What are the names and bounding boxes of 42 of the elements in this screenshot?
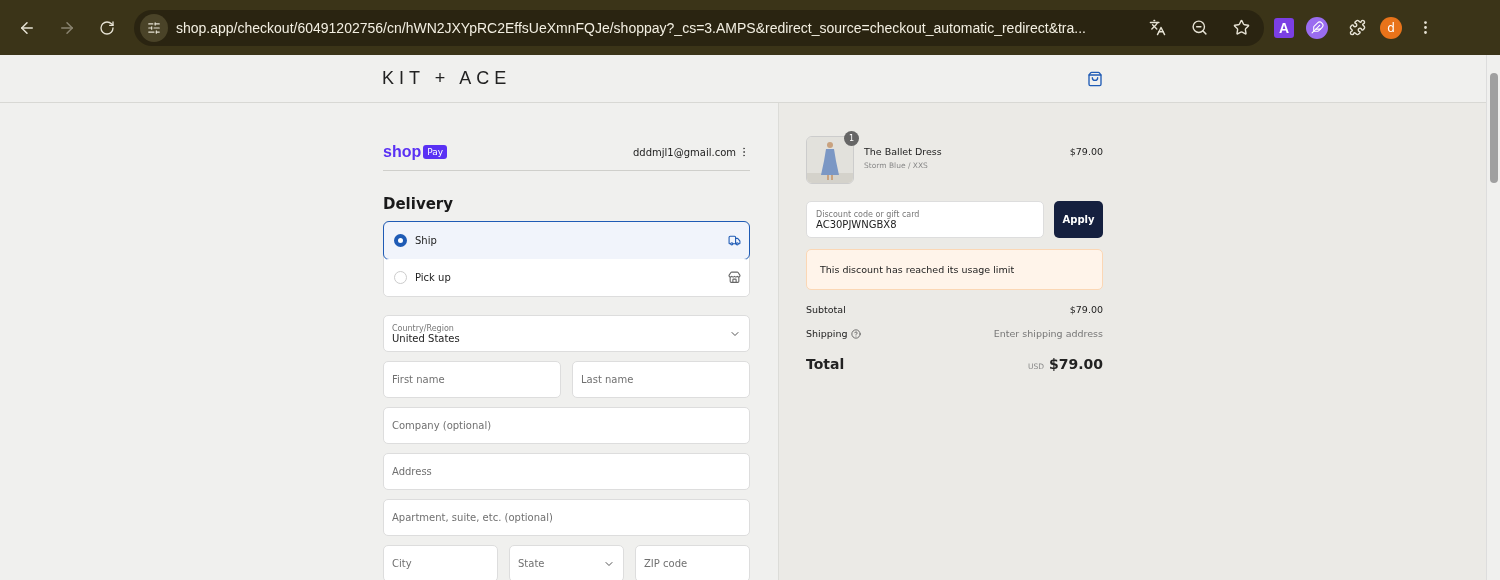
select-field[interactable]: State <box>509 545 624 580</box>
logo-badge: Pay <box>423 145 448 159</box>
shipping-value: Enter shipping address <box>993 328 1103 339</box>
site-settings-icon[interactable] <box>140 13 168 42</box>
total-label: Total <box>806 356 845 372</box>
field-label: Discount code or gift card <box>816 209 921 219</box>
apply-button[interactable]: Apply <box>1054 201 1103 238</box>
account-email: dddmjl1@gmail.com <box>633 146 736 158</box>
logo-word: shop <box>383 143 422 161</box>
discount-field[interactable]: Discount code or gift card AC30PJWNGBX8 <box>806 201 1044 238</box>
brand-logo[interactable]: KIT + ACE <box>382 68 512 89</box>
subtotal-label: Subtotal <box>806 304 846 315</box>
subtotal-value: $79.00 <box>1069 304 1103 315</box>
truck-icon <box>728 234 741 247</box>
shipping-label: Shipping <box>806 328 848 339</box>
delivery-option[interactable]: Ship <box>384 222 749 259</box>
discount-notice: This discount has reached its usage limit <box>806 249 1103 290</box>
input-field[interactable]: Company (optional) <box>383 407 750 444</box>
field-value: AC30PJWNGBX8 <box>816 218 897 230</box>
field-value: United States <box>392 332 461 344</box>
product-name: The Ballet Dress <box>864 146 943 157</box>
help-icon[interactable] <box>851 328 862 339</box>
input-field[interactable]: Address <box>383 453 750 490</box>
address-bar[interactable]: shop.app/checkout/60491202756/cn/hWN2JXYpRC2EffsUeXmnFQJe/shoppay?_cs=3.AMPS&redirect_source=checkout_automatic_redirect&tra... <box>134 9 1264 46</box>
total-value: $79.00 <box>1048 356 1103 372</box>
scrollbar-thumb[interactable] <box>1489 73 1498 183</box>
field-label: Country/Region <box>392 323 455 333</box>
section-title: Delivery <box>383 195 455 213</box>
input-field[interactable]: ZIP code <box>635 545 750 580</box>
quantity-badge: 1 <box>844 131 859 146</box>
select-field[interactable]: Country/Region United States <box>383 315 750 352</box>
shopping-bag-icon[interactable] <box>1087 70 1103 87</box>
input-field[interactable]: First name <box>383 361 561 398</box>
extension-button[interactable]: A <box>1274 17 1294 38</box>
input-field[interactable]: Apartment, suite, etc. (optional) <box>383 499 750 536</box>
url-text: shop.app/checkout/60491202756/cn/hWN2JXYpRC2EffsUeXmnFQJe/shoppay?_cs=3.AMPS&redirect_source=checkout_automatic_redirect&tra... <box>176 19 1087 36</box>
input-field[interactable]: Last name <box>572 361 750 398</box>
store-icon <box>728 271 741 284</box>
profile-avatar[interactable]: d <box>1380 16 1402 39</box>
product-price: $79.00 <box>1069 145 1103 157</box>
radio-button[interactable] <box>394 234 407 247</box>
input-field[interactable]: City <box>383 545 498 580</box>
